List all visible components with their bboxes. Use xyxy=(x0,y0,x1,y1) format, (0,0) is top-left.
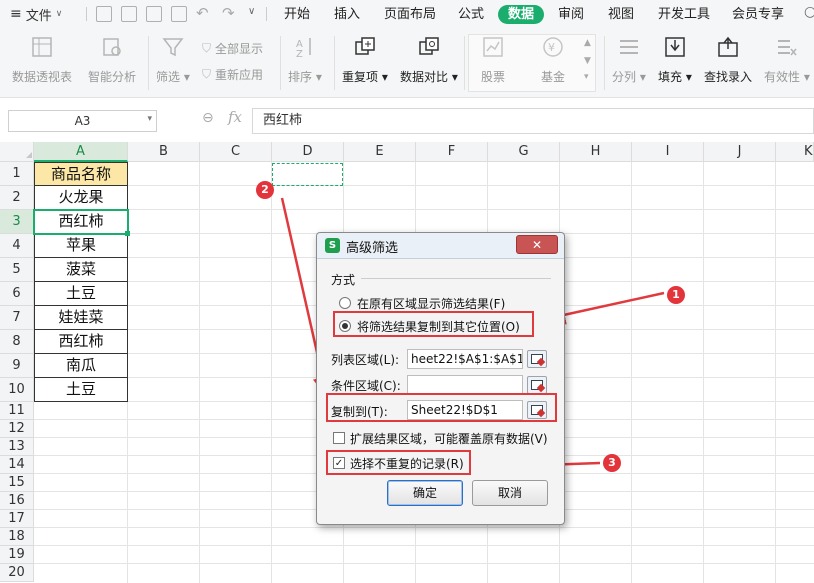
annotation-box-unique xyxy=(326,450,471,475)
annotation-badge-3: 3 xyxy=(603,454,621,472)
close-icon: ✕ xyxy=(531,238,543,252)
annotation-badge-1: 1 xyxy=(667,286,685,304)
criteria-range-label: 条件区域(C): xyxy=(331,379,401,393)
advanced-filter-dialog: S 高级筛选 ✕ 方式 在原有区域显示筛选结果(F) 将筛选结果复制到其它位置(… xyxy=(316,232,565,525)
option-show-in-place-label[interactable]: 在原有区域显示筛选结果(F) xyxy=(357,295,505,312)
expand-range-checkbox[interactable] xyxy=(333,432,345,444)
annotation-badge-2: 2 xyxy=(256,181,274,199)
criteria-range-picker-icon[interactable] xyxy=(527,376,547,394)
annotation-box-copy-to xyxy=(326,393,557,422)
close-button[interactable]: ✕ xyxy=(516,235,558,254)
annotation-box-copy-option xyxy=(333,311,534,337)
dialog-title-bar: S 高级筛选 ✕ xyxy=(317,233,564,259)
ok-button[interactable]: 确定 xyxy=(387,480,463,506)
cancel-button[interactable]: 取消 xyxy=(472,480,548,506)
method-label: 方式 xyxy=(331,273,356,287)
list-range-label: 列表区域(L): xyxy=(331,353,400,367)
list-range-input[interactable]: heet22!$A$1:$A$10 xyxy=(407,349,523,369)
dialog-title: 高级筛选 xyxy=(346,241,399,256)
spreadsheet-window: ≡ 文件 ∨ ↶ ↷ ∨ 开始 插入 页面布局 公式 数据 审阅 视图 开发工具… xyxy=(0,0,814,583)
group-divider xyxy=(361,278,551,279)
radio-show-in-place[interactable] xyxy=(339,297,351,309)
list-range-picker-icon[interactable] xyxy=(527,350,547,368)
criteria-range-input[interactable] xyxy=(407,375,523,395)
spreadsheet-logo-icon: S xyxy=(325,238,340,253)
expand-range-label[interactable]: 扩展结果区域，可能覆盖原有数据(V) xyxy=(350,430,548,447)
